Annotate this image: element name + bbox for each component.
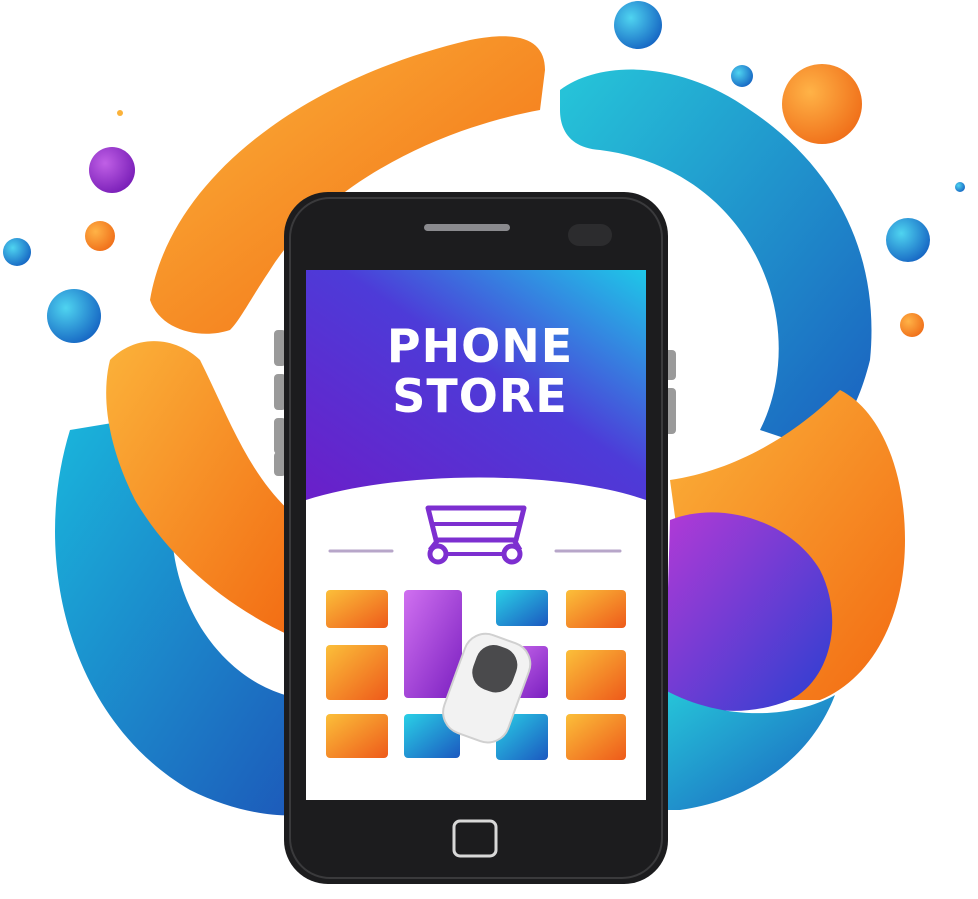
dot-blue (955, 182, 965, 192)
product-tile (326, 714, 388, 758)
dot-blue (886, 218, 930, 262)
dot-orange (900, 313, 924, 337)
screen-title-line1: PHONE (387, 319, 573, 373)
dot-blue (3, 238, 31, 266)
dot-orange (782, 64, 862, 144)
dot-orange (117, 110, 123, 116)
product-tile (496, 590, 548, 626)
screen-title-line2: STORE (392, 369, 567, 423)
phone-speaker (424, 224, 510, 231)
product-tile (326, 590, 388, 628)
product-tile (566, 714, 626, 760)
phone-camera (568, 224, 612, 246)
product-tile (566, 650, 626, 700)
dot-blue (614, 1, 662, 49)
dot-blue (47, 289, 101, 343)
product-tile (326, 645, 388, 700)
dot-purple (89, 147, 135, 193)
product-tile (566, 590, 626, 628)
dot-orange (85, 221, 115, 251)
phone-store-logo: PHONE STORE (3, 1, 965, 884)
dot-blue (731, 65, 753, 87)
phone: PHONE STORE (274, 192, 676, 884)
